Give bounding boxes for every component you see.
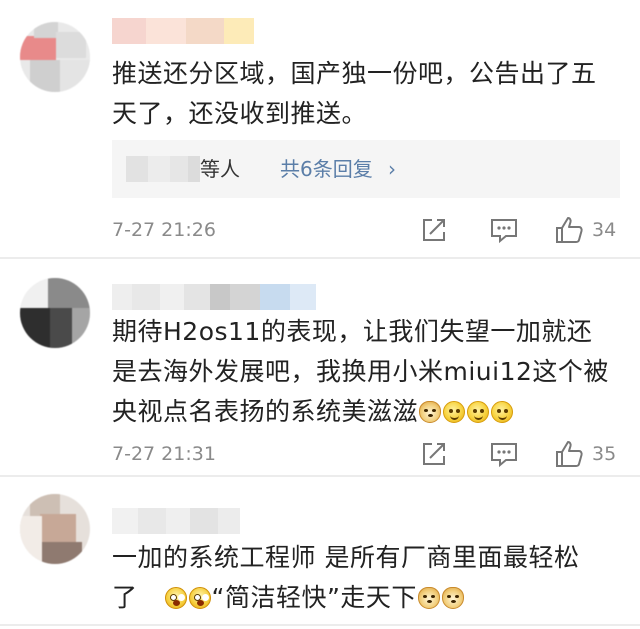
comment-text: 推送还分区域，国产独一份吧，公告出了五 天了，还没收到推送。 xyxy=(112,54,622,134)
like-icon[interactable] xyxy=(553,438,585,470)
avatar[interactable] xyxy=(20,494,90,564)
comment-text-line: 期待H2os11的表现，让我们失望一加就还 xyxy=(112,317,593,346)
smile-emoji-icon xyxy=(467,401,490,423)
divider xyxy=(0,257,640,259)
smile-emoji-icon xyxy=(443,401,466,423)
comment-meta: 7-27 21:31 35 xyxy=(0,434,640,474)
comment-text: 期待H2os11的表现，让我们失望一加就还 是去海外发展吧，我换用小米miui1… xyxy=(112,312,622,432)
smile-emoji-icon xyxy=(491,401,514,423)
username-blurred[interactable] xyxy=(112,284,316,310)
doge-emoji-icon xyxy=(441,587,464,609)
avatar[interactable] xyxy=(20,22,90,92)
comment-item: 一加的系统工程师 是所有厂商里面最轻松 了 “简洁轻快”走天下 xyxy=(0,478,640,629)
view-replies-link[interactable]: 共6条回复 xyxy=(280,154,373,184)
reply-names-suffix: 等人 xyxy=(200,157,240,181)
reply-icon[interactable] xyxy=(488,214,520,246)
like-icon[interactable] xyxy=(553,214,585,246)
doge-emoji-icon xyxy=(419,401,442,423)
scared-emoji-icon xyxy=(188,587,211,609)
username-blurred[interactable] xyxy=(112,508,240,534)
comment-item: 推送还分区域，国产独一份吧，公告出了五 天了，还没收到推送。 等人 共6条回复 … xyxy=(0,0,640,258)
timestamp: 7-27 21:26 xyxy=(112,219,216,241)
timestamp: 7-27 21:31 xyxy=(112,443,216,465)
comment-item: 期待H2os11的表现，让我们失望一加就还 是去海外发展吧，我换用小米miui1… xyxy=(0,260,640,475)
comment-text: 一加的系统工程师 是所有厂商里面最轻松 了 “简洁轻快”走天下 xyxy=(112,538,622,618)
comment-text-line: 一加的系统工程师 是所有厂商里面最轻松 xyxy=(112,543,580,572)
scared-emoji-icon xyxy=(164,587,187,609)
comment-text-segment: 了 xyxy=(112,583,138,612)
comment-text-line: 天了，还没收到推送。 xyxy=(112,99,368,128)
like-count: 35 xyxy=(592,443,617,465)
doge-emoji-icon xyxy=(417,587,440,609)
reply-icon[interactable] xyxy=(488,438,520,470)
avatar[interactable] xyxy=(20,278,90,348)
comment-text-line: 推送还分区域，国产独一份吧，公告出了五 xyxy=(112,59,597,88)
reply-names-blurred xyxy=(126,156,200,182)
comment-meta: 7-27 21:26 34 xyxy=(0,210,640,250)
replies-preview[interactable]: 等人 共6条回复 › xyxy=(112,140,620,198)
username-blurred[interactable] xyxy=(112,18,254,44)
comment-text-segment: “简洁轻快”走天下 xyxy=(211,583,417,612)
like-count: 34 xyxy=(592,219,617,241)
comment-text-line: 了 “简洁轻快”走天下 xyxy=(112,578,622,618)
comment-text-segment: 央视点名表扬的系统美滋滋 xyxy=(112,397,419,426)
divider xyxy=(0,475,640,477)
share-icon[interactable] xyxy=(418,438,450,470)
chevron-right-icon[interactable]: › xyxy=(388,154,396,184)
divider xyxy=(0,624,640,626)
comment-text-line: 是去海外发展吧，我换用小米miui12这个被 xyxy=(112,357,609,386)
share-icon[interactable] xyxy=(418,214,450,246)
comment-text-line: 央视点名表扬的系统美滋滋 xyxy=(112,392,622,432)
